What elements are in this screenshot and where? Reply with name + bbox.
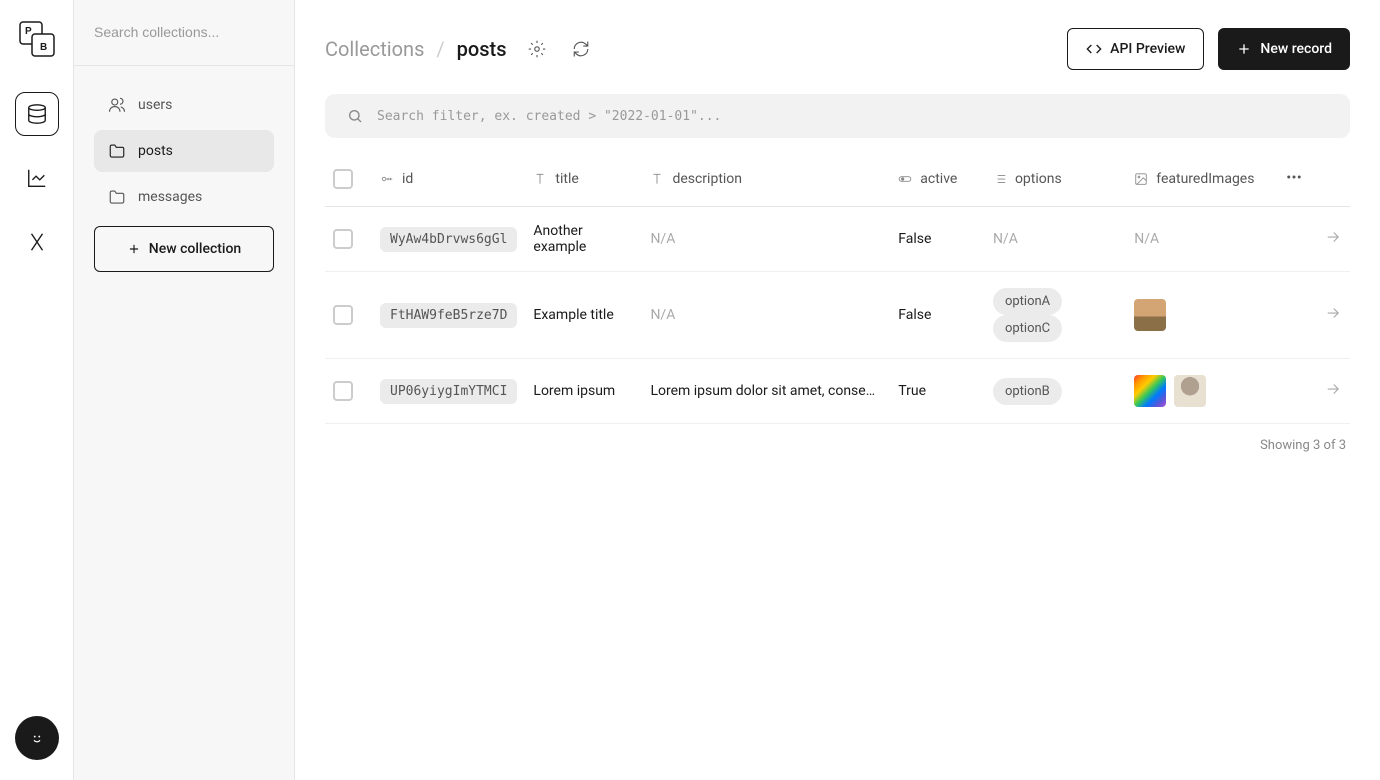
gear-icon [528, 40, 546, 58]
sidebar-item-messages[interactable]: messages [94, 176, 274, 218]
folder-icon [108, 188, 126, 206]
column-header-active[interactable]: active [890, 152, 985, 207]
row-id: WyAw4bDrvws6gGl [380, 227, 517, 252]
main-content: Collections / posts API Preview New reco… [295, 0, 1380, 780]
open-record-arrow[interactable] [1324, 380, 1342, 398]
row-description: Lorem ipsum dolor sit amet, consectetur … [642, 359, 890, 424]
row-checkbox[interactable] [333, 305, 353, 325]
breadcrumb-separator: / [436, 37, 444, 61]
support-button[interactable] [15, 716, 59, 760]
text-icon [533, 172, 547, 186]
image-thumbnail[interactable] [1134, 375, 1166, 407]
option-pill: optionA [993, 288, 1062, 315]
row-checkbox[interactable] [333, 229, 353, 249]
breadcrumb-current: posts [457, 37, 507, 61]
option-pill: optionC [993, 315, 1062, 342]
search-icon [347, 108, 363, 124]
select-all-checkbox[interactable] [333, 169, 353, 189]
nav-settings[interactable] [15, 220, 59, 264]
row-featured-images: N/A [1126, 207, 1277, 272]
text-icon [650, 172, 664, 186]
column-header-featured-images[interactable]: featuredImages [1126, 152, 1277, 207]
breadcrumb: Collections / posts [325, 35, 595, 63]
table-row[interactable]: FtHAW9feB5rze7DExample titleN/AFalseopti… [325, 272, 1350, 359]
tools-icon [26, 231, 48, 253]
table-row[interactable]: UP06yiygImYTMCI Lorem ipsumLorem ipsum do… [325, 359, 1350, 424]
svg-text:B: B [40, 42, 47, 53]
code-icon [1086, 41, 1102, 57]
column-header-options[interactable]: options [985, 152, 1126, 207]
nav-rail: P B [0, 0, 74, 780]
search-collections-input[interactable] [94, 24, 274, 40]
row-active: True [890, 359, 985, 424]
api-preview-button[interactable]: API Preview [1067, 28, 1204, 70]
chart-icon [26, 167, 48, 189]
row-options: optionB [985, 359, 1126, 424]
smile-icon [28, 729, 46, 747]
collection-settings-button[interactable] [523, 35, 551, 63]
sidebar: users posts messages New collection [74, 0, 295, 780]
svg-text:P: P [25, 26, 32, 37]
plus-icon [1236, 41, 1252, 57]
open-record-arrow[interactable] [1324, 228, 1342, 246]
database-icon [26, 103, 48, 125]
image-thumbnail[interactable] [1134, 299, 1166, 331]
row-description: N/A [642, 207, 890, 272]
sidebar-item-label: posts [138, 143, 173, 159]
option-pill: optionB [993, 378, 1062, 405]
more-columns-button[interactable] [1285, 168, 1303, 186]
filter-input[interactable] [377, 109, 1328, 124]
new-collection-button[interactable]: New collection [94, 226, 274, 272]
open-record-arrow[interactable] [1324, 304, 1342, 322]
sidebar-item-label: messages [138, 189, 202, 205]
image-icon [1134, 172, 1148, 186]
row-active: False [890, 272, 985, 359]
row-id: FtHAW9feB5rze7D [380, 303, 517, 328]
records-table: id title description active options feat… [325, 152, 1350, 424]
row-featured-images [1126, 359, 1277, 424]
filter-bar [325, 94, 1350, 138]
users-icon [108, 96, 126, 114]
row-options: optionAoptionC [985, 272, 1126, 359]
sidebar-item-label: users [138, 97, 172, 113]
row-description: N/A [642, 272, 890, 359]
column-header-title[interactable]: title [525, 152, 642, 207]
table-row[interactable]: WyAw4bDrvws6gGlAnother exampleN/AFalseN/… [325, 207, 1350, 272]
sidebar-search [74, 0, 294, 66]
row-title: Another example [525, 207, 642, 272]
list-icon [993, 172, 1007, 186]
new-collection-label: New collection [149, 241, 241, 257]
breadcrumb-root[interactable]: Collections [325, 37, 424, 61]
folder-icon [108, 142, 126, 160]
sidebar-item-users[interactable]: users [94, 84, 274, 126]
page-header: Collections / posts API Preview New reco… [325, 28, 1350, 70]
row-title: Example title [525, 272, 642, 359]
nav-logs[interactable] [15, 156, 59, 200]
api-preview-label: API Preview [1110, 41, 1185, 57]
records-count: Showing 3 of 3 [325, 424, 1350, 467]
nav-collections[interactable] [15, 92, 59, 136]
new-record-label: New record [1260, 41, 1332, 57]
sidebar-item-posts[interactable]: posts [94, 130, 274, 172]
refresh-icon [572, 40, 590, 58]
new-record-button[interactable]: New record [1218, 28, 1350, 70]
row-options: N/A [985, 207, 1126, 272]
key-icon [380, 172, 394, 186]
column-header-description[interactable]: description [642, 152, 890, 207]
row-id: UP06yiygImYTMCI [380, 379, 517, 404]
row-checkbox[interactable] [333, 381, 353, 401]
row-active: False [890, 207, 985, 272]
column-header-id[interactable]: id [372, 152, 525, 207]
app-logo: P B [18, 20, 56, 62]
row-title: Lorem ipsum [525, 359, 642, 424]
toggle-icon [898, 172, 912, 186]
plus-icon [127, 242, 141, 256]
image-thumbnail[interactable] [1174, 375, 1206, 407]
refresh-button[interactable] [567, 35, 595, 63]
row-featured-images [1126, 272, 1277, 359]
